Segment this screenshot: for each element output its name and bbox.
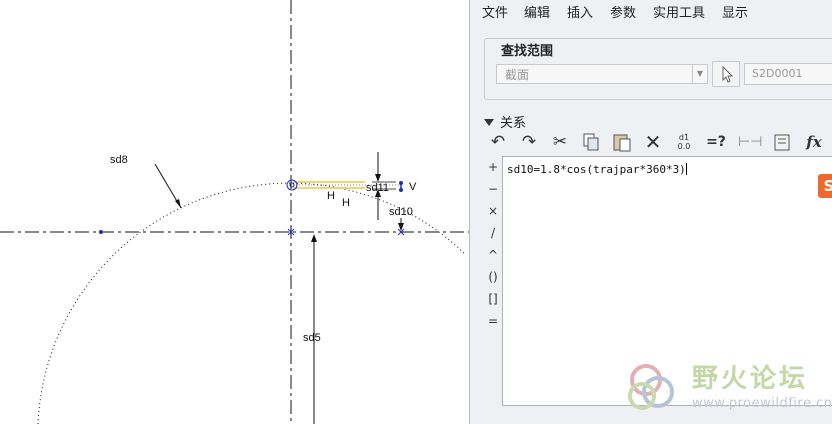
menu-bar: 文件 编辑 插入 参数 实用工具 显示 — [470, 0, 832, 22]
dim-sd8[interactable]: sd8 — [110, 154, 128, 166]
endpoint-bottom[interactable] — [399, 188, 403, 192]
cursor-arrow-icon — [722, 65, 734, 83]
undo-icon[interactable]: ↶ — [486, 130, 510, 154]
relations-title: 关系 — [500, 116, 527, 131]
relations-toolbar: ↶ ↷ ✂ ✕ d1 0.0 =? ⊢⊣ fx — [484, 130, 832, 156]
search-scope-title: 查找范围 — [498, 40, 557, 59]
sketch-canvas[interactable]: sd8 sd5 sd11 V H H sd10 — [0, 0, 469, 424]
dim-sd10[interactable]: sd10 — [389, 206, 413, 218]
switch-label: d1 — [678, 133, 690, 142]
sort-icon[interactable] — [770, 130, 794, 154]
function-icon[interactable]: fx — [802, 130, 826, 154]
delete-icon[interactable]: ✕ — [641, 130, 665, 154]
center-point[interactable] — [99, 230, 103, 234]
dim-sd11[interactable]: sd11 — [366, 182, 389, 194]
cut-icon[interactable]: ✂ — [548, 130, 572, 154]
menu-edit[interactable]: 编辑 — [524, 2, 550, 21]
select-entity-button[interactable] — [712, 61, 740, 87]
menu-file[interactable]: 文件 — [482, 2, 508, 21]
section-vertex[interactable] — [286, 179, 298, 191]
watermark-flower-icon — [628, 364, 674, 410]
watermark-brand: 野火论坛 — [692, 364, 809, 394]
copy-icon[interactable] — [579, 130, 603, 154]
watermark-url: www.proewildfire.cn — [692, 396, 832, 411]
menu-display[interactable]: 显示 — [722, 2, 748, 21]
endpoint-top[interactable] — [399, 181, 403, 185]
relation-line[interactable]: sd10=1.8*cos(trajpar*360*3) — [507, 163, 687, 176]
switch-value: 0.0 — [677, 142, 691, 151]
sketch-drawing[interactable]: sd8 sd5 sd11 V H H sd10 — [0, 0, 469, 424]
verify-icon[interactable]: =? — [704, 130, 728, 154]
chevron-down-icon[interactable]: ▼ — [692, 65, 707, 83]
sd11-arrow-top — [375, 174, 381, 182]
constraint-h-2: H — [342, 197, 350, 209]
entity-placeholder: S2D0001 — [752, 67, 803, 80]
sd5-arrowhead — [311, 234, 317, 242]
text-caret — [685, 163, 687, 175]
constraint-v: V — [409, 181, 417, 193]
relations-section-toggle[interactable]: 关系 — [484, 112, 526, 131]
scope-type-value: 截面 — [505, 68, 530, 82]
relations-panel: 文件 编辑 插入 参数 实用工具 显示 查找范围 截面 ▼ S2D0001 关系… — [469, 0, 832, 424]
scope-type-select[interactable]: 截面 ▼ — [496, 64, 708, 84]
relation-text: sd10=1.8*cos(trajpar*360*3) — [507, 163, 686, 176]
menu-parameters[interactable]: 参数 — [610, 2, 636, 21]
switch-dimensions-icon[interactable]: d1 0.0 — [672, 130, 696, 157]
redo-icon[interactable]: ↷ — [517, 130, 541, 154]
entity-field[interactable]: S2D0001 — [744, 63, 832, 85]
trajectory-arc — [37, 182, 467, 424]
watermark: 野火论坛 www.proewildfire.cn — [618, 352, 832, 424]
dim-sd5[interactable]: sd5 — [303, 332, 321, 344]
measure-icon[interactable]: ⊢⊣ — [738, 130, 762, 154]
input-method-icon[interactable]: S — [818, 174, 832, 198]
collapse-triangle-icon — [484, 119, 494, 126]
paste-icon[interactable] — [610, 130, 634, 154]
constraint-h-1: H — [327, 190, 335, 202]
menu-utilities[interactable]: 实用工具 — [653, 2, 705, 21]
menu-insert[interactable]: 插入 — [567, 2, 593, 21]
